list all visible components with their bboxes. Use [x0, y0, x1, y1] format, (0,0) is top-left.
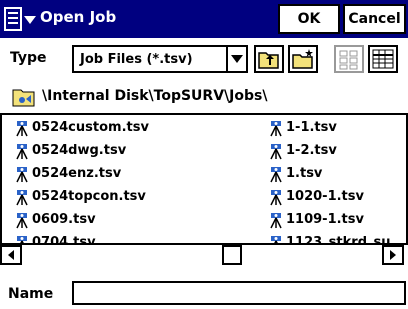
- file-icon: [16, 120, 28, 136]
- file-list-item[interactable]: 0524enz.tsv: [14, 162, 254, 185]
- chevron-down-icon: [231, 55, 243, 63]
- menu-icon: [4, 7, 36, 31]
- file-name: 1-2.tsv: [286, 143, 337, 158]
- file-list-column-1: 0524custom.tsv 0524dwg.tsv 0524enz.tsv 0524…: [14, 116, 254, 254]
- file-name: 0524topcon.tsv: [32, 189, 146, 204]
- file-icon: [16, 143, 28, 159]
- type-select-value: Job Files (*.tsv): [80, 51, 193, 67]
- file-list-item[interactable]: 1020-1.tsv: [268, 185, 406, 208]
- current-path: \Internal Disk\TopSURV\Jobs\: [42, 88, 268, 104]
- file-list-item[interactable]: 1-1.tsv: [268, 116, 406, 139]
- folder-up-icon: [258, 52, 279, 69]
- file-icon: [270, 189, 282, 205]
- start-menu-button[interactable]: [2, 4, 38, 34]
- file-name: 0524dwg.tsv: [32, 143, 127, 158]
- file-icon: [270, 143, 282, 159]
- file-icon: [16, 166, 28, 182]
- horizontal-scrollbar[interactable]: [0, 243, 408, 265]
- new-folder-button[interactable]: [288, 45, 318, 73]
- type-label: Type: [10, 50, 47, 66]
- file-name: 1109-1.tsv: [286, 212, 364, 227]
- file-name: 0524enz.tsv: [32, 166, 122, 181]
- list-view-button[interactable]: [334, 45, 364, 73]
- file-list-item[interactable]: 1.tsv: [268, 162, 406, 185]
- file-list-item[interactable]: 0524topcon.tsv: [14, 185, 254, 208]
- scroll-left-button[interactable]: [0, 245, 22, 265]
- type-dropdown-button[interactable]: [226, 47, 246, 71]
- new-folder-icon: [292, 49, 313, 69]
- ok-button[interactable]: OK: [278, 4, 340, 34]
- file-icon: [16, 189, 28, 205]
- file-icon: [270, 120, 282, 136]
- file-name: 1020-1.tsv: [286, 189, 364, 204]
- file-name: 1-1.tsv: [286, 120, 337, 135]
- name-label: Name: [8, 286, 54, 302]
- file-list-column-2: 1-1.tsv1-2.tsv1.tsv1020-1.tsv1109-1.tsv1…: [268, 116, 406, 254]
- folder-up-button[interactable]: [254, 45, 284, 73]
- scroll-right-icon: [390, 250, 396, 260]
- file-icon: [270, 166, 282, 182]
- list-view-icon: [339, 50, 358, 70]
- folder-icon: [12, 86, 36, 108]
- cancel-button[interactable]: Cancel: [343, 4, 406, 34]
- scroll-right-button[interactable]: [382, 245, 404, 265]
- file-icon: [16, 212, 28, 228]
- file-list-item[interactable]: 1109-1.tsv: [268, 208, 406, 231]
- file-name: 1.tsv: [286, 166, 323, 181]
- file-list-item[interactable]: 0609.tsv: [14, 208, 254, 231]
- file-name: 0609.tsv: [32, 212, 96, 227]
- detail-view-button[interactable]: [368, 45, 398, 73]
- detail-view-icon: [372, 49, 394, 69]
- window-title: Open Job: [40, 8, 117, 26]
- file-icon: [270, 212, 282, 228]
- file-name: 0524custom.tsv: [32, 120, 149, 135]
- scroll-thumb[interactable]: [222, 245, 242, 265]
- type-select[interactable]: Job Files (*.tsv): [72, 45, 248, 73]
- scroll-left-icon: [8, 250, 14, 260]
- file-list-item[interactable]: 1-2.tsv: [268, 139, 406, 162]
- file-list-item[interactable]: 0524custom.tsv: [14, 116, 254, 139]
- file-list-item[interactable]: 0524dwg.tsv: [14, 139, 254, 162]
- name-input[interactable]: [72, 281, 406, 305]
